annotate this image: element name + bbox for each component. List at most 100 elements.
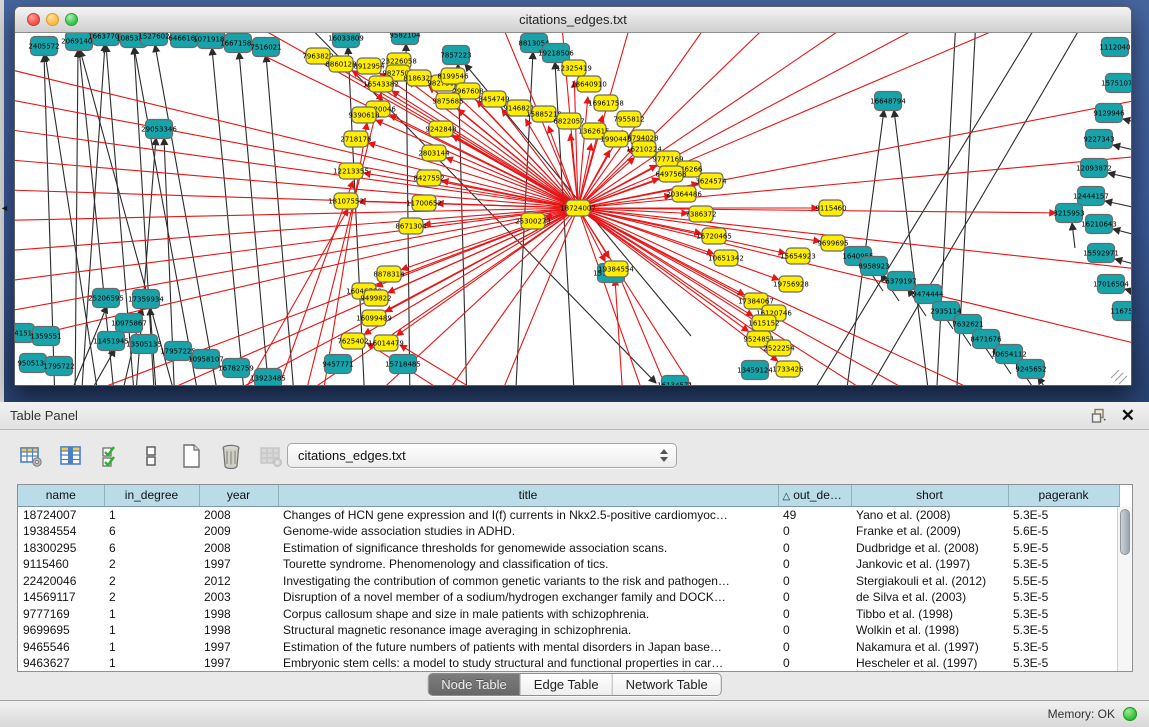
window-titlebar[interactable]: citations_edges.txt [15, 7, 1131, 33]
table-cell[interactable]: 0 [778, 573, 851, 590]
table-cell[interactable]: Wolkin et al. (1998) [851, 622, 1008, 639]
column-header-title[interactable]: title [278, 485, 778, 506]
table-cell[interactable]: Nakamura et al. (1997) [851, 639, 1008, 656]
column-header-name[interactable]: name [18, 485, 104, 506]
table-cell[interactable]: 2012 [199, 573, 278, 590]
table-cell[interactable]: 1997 [199, 639, 278, 656]
table-cell[interactable]: 5.3E-5 [1008, 639, 1119, 656]
tab-network-table[interactable]: Network Table [613, 674, 721, 695]
unselect-all-button[interactable] [136, 441, 166, 471]
table-cell[interactable]: Stergiakouli et al. (2012) [851, 573, 1008, 590]
table-cell[interactable]: 18724007 [18, 506, 104, 523]
table-scrollbar[interactable] [1117, 507, 1132, 671]
table-cell[interactable]: 1997 [199, 655, 278, 672]
table-cell[interactable]: 5.6E-5 [1008, 523, 1119, 540]
table-cell[interactable]: 2003 [199, 589, 278, 606]
table-cell[interactable]: Estimation of significance thresholds fo… [278, 540, 778, 557]
table-cell[interactable]: 1 [104, 506, 199, 523]
column-header-in_degree[interactable]: in_degree [104, 485, 199, 506]
table-cell[interactable]: Changes of HCN gene expression and I(f) … [278, 506, 778, 523]
select-all-button[interactable] [96, 441, 126, 471]
table-cell[interactable]: 9777169 [18, 606, 104, 623]
delete-table-button[interactable] [256, 441, 286, 471]
network-graph-canvas[interactable]: 2405572206914061663770210853257152760264… [15, 33, 1131, 385]
table-cell[interactable]: Tourette syndrome. Phenomenology and cla… [278, 556, 778, 573]
table-row[interactable]: 1938455462009Genome-wide association stu… [18, 523, 1119, 540]
table-row[interactable]: 946362711997Embryonic stem cells: a mode… [18, 655, 1119, 672]
table-cell[interactable]: de Silva et al. (2003) [851, 589, 1008, 606]
table-cell[interactable]: 22420046 [18, 573, 104, 590]
close-panel-icon[interactable]: ✕ [1121, 403, 1135, 429]
table-cell[interactable]: 5.9E-5 [1008, 540, 1119, 557]
table-cell[interactable]: 5.5E-5 [1008, 573, 1119, 590]
table-cell[interactable]: Hescheler et al. (1997) [851, 655, 1008, 672]
table-row[interactable]: 1830029562008Estimation of significance … [18, 540, 1119, 557]
table-row[interactable]: 2242004622012Investigating the contribut… [18, 573, 1119, 590]
table-cell[interactable]: 9465546 [18, 639, 104, 656]
table-cell[interactable]: 0 [778, 589, 851, 606]
table-cell[interactable]: 2009 [199, 523, 278, 540]
table-header-row[interactable]: namein_degreeyeartitle△out_de…shortpager… [18, 485, 1119, 506]
table-cell[interactable]: 2 [104, 573, 199, 590]
table-row[interactable]: 911546021997Tourette syndrome. Phenomeno… [18, 556, 1119, 573]
table-cell[interactable]: 0 [778, 606, 851, 623]
tab-node-table[interactable]: Node Table [428, 674, 521, 695]
table-cell[interactable]: Genome-wide association studies in ADHD. [278, 523, 778, 540]
table-cell[interactable]: 1997 [199, 556, 278, 573]
table-cell[interactable]: 0 [778, 622, 851, 639]
table-cell[interactable]: 5.3E-5 [1008, 556, 1119, 573]
table-row[interactable]: 946554611997Estimation of the future num… [18, 639, 1119, 656]
table-row[interactable]: 977716911998Corpus callosum shape and si… [18, 606, 1119, 623]
table-cell[interactable]: 19384554 [18, 523, 104, 540]
table-cell[interactable]: 1 [104, 639, 199, 656]
table-cell[interactable]: 0 [778, 523, 851, 540]
table-row[interactable]: 1872400712008Changes of HCN gene express… [18, 506, 1119, 523]
table-cell[interactable]: 1998 [199, 622, 278, 639]
table-cell[interactable]: Embryonic stem cells: a model to study s… [278, 655, 778, 672]
table-cell[interactable]: Structural magnetic resonance image aver… [278, 622, 778, 639]
table-cell[interactable]: 0 [778, 556, 851, 573]
table-row[interactable]: 969969511998Structural magnetic resonanc… [18, 622, 1119, 639]
delete-column-button[interactable] [216, 441, 246, 471]
window-close-button[interactable] [27, 13, 40, 26]
table-cell[interactable]: Estimation of the future numbers of pati… [278, 639, 778, 656]
table-cell[interactable]: 0 [778, 540, 851, 557]
table-cell[interactable]: 9699695 [18, 622, 104, 639]
table-cell[interactable]: 0 [778, 655, 851, 672]
table-cell[interactable]: 5.3E-5 [1008, 606, 1119, 623]
scrollbar-thumb[interactable] [1120, 509, 1130, 555]
table-cell[interactable]: 6 [104, 523, 199, 540]
show-columns-button[interactable] [56, 441, 86, 471]
table-row[interactable]: 1456911722003Disruption of a novel membe… [18, 589, 1119, 606]
table-cell[interactable]: Jankovic et al. (1997) [851, 556, 1008, 573]
table-cell[interactable]: 18300295 [18, 540, 104, 557]
table-cell[interactable]: 2008 [199, 506, 278, 523]
table-cell[interactable]: 14569117 [18, 589, 104, 606]
table-cell[interactable]: 2 [104, 556, 199, 573]
table-cell[interactable]: 5.3E-5 [1008, 506, 1119, 523]
table-cell[interactable]: 9115460 [18, 556, 104, 573]
tab-edge-table[interactable]: Edge Table [521, 674, 613, 695]
table-cell[interactable]: 6 [104, 540, 199, 557]
table-cell[interactable]: 1998 [199, 606, 278, 623]
new-column-button[interactable] [176, 441, 206, 471]
column-header-out_de[interactable]: △out_de… [778, 485, 851, 506]
table-cell[interactable]: 1 [104, 606, 199, 623]
table-cell[interactable]: 1 [104, 655, 199, 672]
table-cell[interactable]: 2008 [199, 540, 278, 557]
table-cell[interactable]: 5.3E-5 [1008, 655, 1119, 672]
table-cell[interactable]: Franke et al. (2009) [851, 523, 1008, 540]
column-header-short[interactable]: short [851, 485, 1008, 506]
table-cell[interactable]: Disruption of a novel member of a sodium… [278, 589, 778, 606]
table-cell[interactable]: 0 [778, 639, 851, 656]
table-selector[interactable]: citations_edges.txt [287, 443, 677, 468]
table-cell[interactable]: 5.3E-5 [1008, 622, 1119, 639]
table-cell[interactable]: Tibbo et al. (1998) [851, 606, 1008, 623]
table-cell[interactable]: 2 [104, 589, 199, 606]
table-cell[interactable]: Corpus callosum shape and size in male p… [278, 606, 778, 623]
window-minimize-button[interactable] [46, 13, 59, 26]
window-zoom-button[interactable] [65, 13, 78, 26]
table-cell[interactable]: 5.3E-5 [1008, 589, 1119, 606]
table-cell[interactable]: Dudbridge et al. (2008) [851, 540, 1008, 557]
column-header-pagerank[interactable]: pagerank [1008, 485, 1119, 506]
